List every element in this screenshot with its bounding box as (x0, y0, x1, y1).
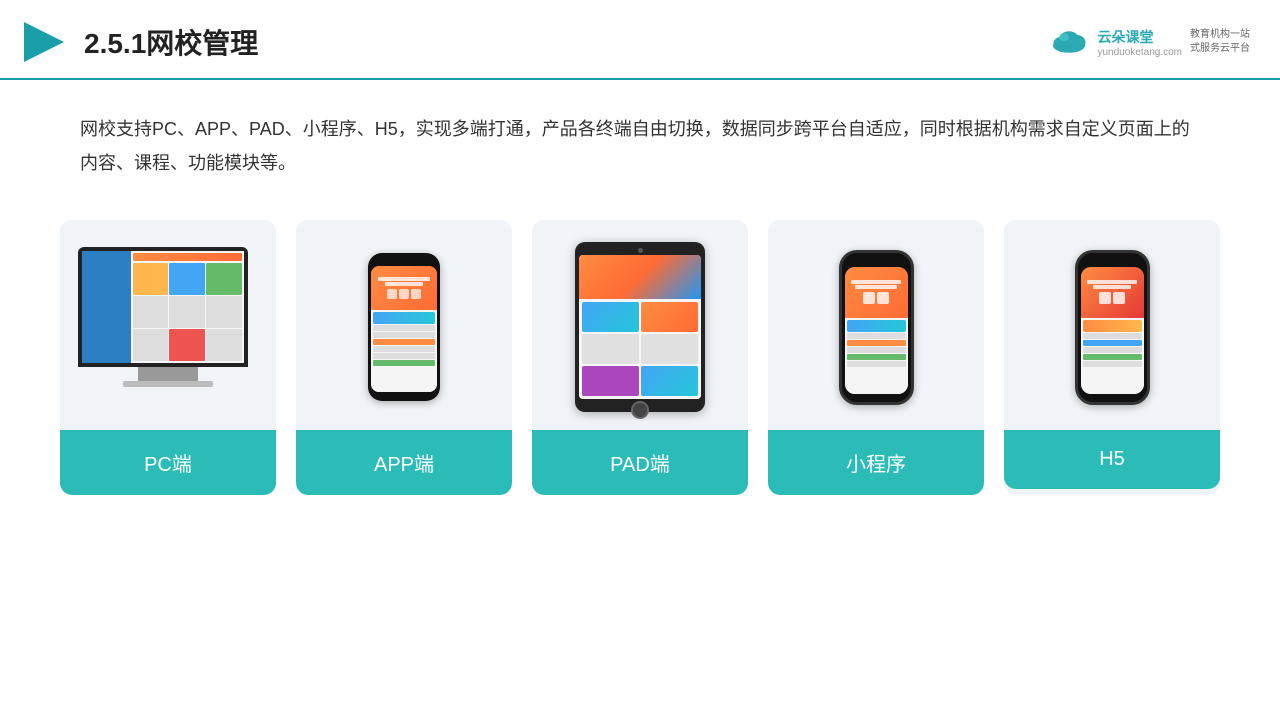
card-miniapp-image (768, 220, 984, 430)
pc-mockup (78, 247, 258, 407)
card-pad-image (532, 220, 748, 430)
logo-area: 云朵课堂 yunduoketang.com 教育机构一站式服务云平台 (1049, 27, 1250, 58)
phone-mockup-miniapp (839, 250, 914, 405)
play-icon (20, 18, 68, 66)
description-text: 网校支持PC、APP、PAD、小程序、H5，实现多端打通，产品各终端自由切换，数… (0, 80, 1280, 200)
phone-mockup-h5 (1075, 250, 1150, 405)
card-miniapp-label: 小程序 (768, 430, 984, 495)
logo-tagline: 教育机构一站式服务云平台 (1190, 28, 1250, 56)
card-pc: PC端 (60, 220, 276, 495)
card-pc-image (60, 220, 276, 430)
logo-url: yunduoketang.com (1097, 47, 1182, 58)
card-pc-label: PC端 (60, 430, 276, 495)
logo-text-block: 云朵课堂 yunduoketang.com (1097, 27, 1182, 58)
card-pad: PAD端 (532, 220, 748, 495)
card-h5-label: H5 (1004, 430, 1220, 489)
card-h5: H5 (1004, 220, 1220, 495)
card-h5-image (1004, 220, 1220, 430)
card-app: APP端 (296, 220, 512, 495)
tablet-mockup (575, 242, 705, 412)
phone-mockup-app (368, 253, 440, 401)
page-title: 2.5.1网校管理 (84, 22, 258, 62)
logo-name: 云朵课堂 (1097, 27, 1182, 47)
header: 2.5.1网校管理 云朵课堂 yunduoketang.com 教育机构一站式服… (0, 0, 1280, 80)
cloud-icon (1049, 28, 1089, 56)
header-left: 2.5.1网校管理 (20, 18, 258, 66)
cards-container: PC端 (0, 200, 1280, 515)
card-pad-label: PAD端 (532, 430, 748, 495)
card-app-label: APP端 (296, 430, 512, 495)
card-miniapp: 小程序 (768, 220, 984, 495)
card-app-image (296, 220, 512, 430)
